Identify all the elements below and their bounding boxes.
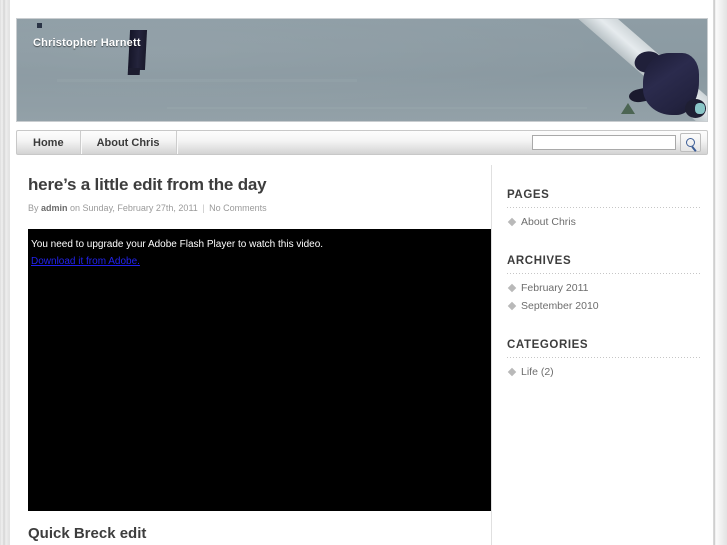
banner-speck [37,23,42,28]
sidebar-item-label: February 2011 [521,282,589,294]
nav-item-about-chris[interactable]: About Chris [81,131,177,154]
sidebar-item-label: About Chris [521,216,576,228]
sidebar-divider [507,273,700,274]
post-meta-by: By [28,203,42,213]
post-meta-author[interactable]: admin [41,203,68,213]
flash-download-link[interactable]: Download it from Adobe. [31,256,140,267]
rail-post-object [127,30,148,70]
rail-marker-triangle [621,103,635,114]
sidebar-heading-categories: CATEGORIES [507,339,589,351]
header-banner: Christopher Harnett [16,18,708,122]
video-player-area[interactable]: You need to upgrade your Adobe Flash Pla… [28,229,491,511]
sidebar-item-february-2011[interactable]: February 2011 [507,278,700,296]
snow-streak [57,79,357,82]
sidebar-heading-archives: ARCHIVES [507,255,572,267]
search-button[interactable] [680,133,701,152]
sidebar-divider [507,207,700,208]
post-meta-separator: | [202,203,205,213]
sidebar-heading-pages: PAGES [507,189,550,201]
next-post-title[interactable]: Quick Breck edit [28,525,481,542]
diamond-bullet-icon [507,367,517,377]
snow-streak [167,107,587,109]
main-column: here’s a little edit from the day By adm… [16,163,491,545]
search-input[interactable] [532,135,676,150]
sidebar: PAGES About Chris ARCHIVES February 2011 [492,163,708,545]
sidebar-item-label: Life (2) [521,366,554,378]
sidebar-list-categories: Life (2) [507,362,700,380]
page-root: Christopher Harnett Home About Chris her… [0,0,727,545]
sidebar-item-life[interactable]: Life (2) [507,362,700,380]
sidebar-divider [507,357,700,358]
post-meta: By admin on Sunday, February 27th, 2011 … [28,203,481,213]
page-scrollbar[interactable] [714,0,727,545]
site-title: Christopher Harnett [33,37,141,49]
sidebar-item-about-chris[interactable]: About Chris [507,212,700,230]
diamond-bullet-icon [507,217,517,227]
search-icon [686,138,695,147]
post-meta-comments[interactable]: No Comments [207,203,267,213]
sidebar-item-label: September 2010 [521,300,599,312]
flash-upgrade-message: You need to upgrade your Adobe Flash Pla… [31,239,324,250]
post-meta-date: on Sunday, February 27th, 2011 [67,203,201,213]
sidebar-list-pages: About Chris [507,212,700,230]
sidebar-item-september-2010[interactable]: September 2010 [507,296,700,314]
post-title: here’s a little edit from the day [28,175,267,194]
scrollbar-thumb[interactable] [716,0,727,545]
diamond-bullet-icon [507,283,517,293]
content-area: here’s a little edit from the day By adm… [16,163,708,545]
diamond-bullet-icon [507,301,517,311]
site-wrapper: Christopher Harnett Home About Chris her… [9,0,714,545]
page-left-gutter [0,0,9,545]
rider-goggles [695,103,705,114]
search-area [532,131,707,154]
sidebar-list-archives: February 2011 September 2010 [507,278,700,314]
main-navigation: Home About Chris [16,130,708,155]
nav-item-home[interactable]: Home [17,131,81,154]
